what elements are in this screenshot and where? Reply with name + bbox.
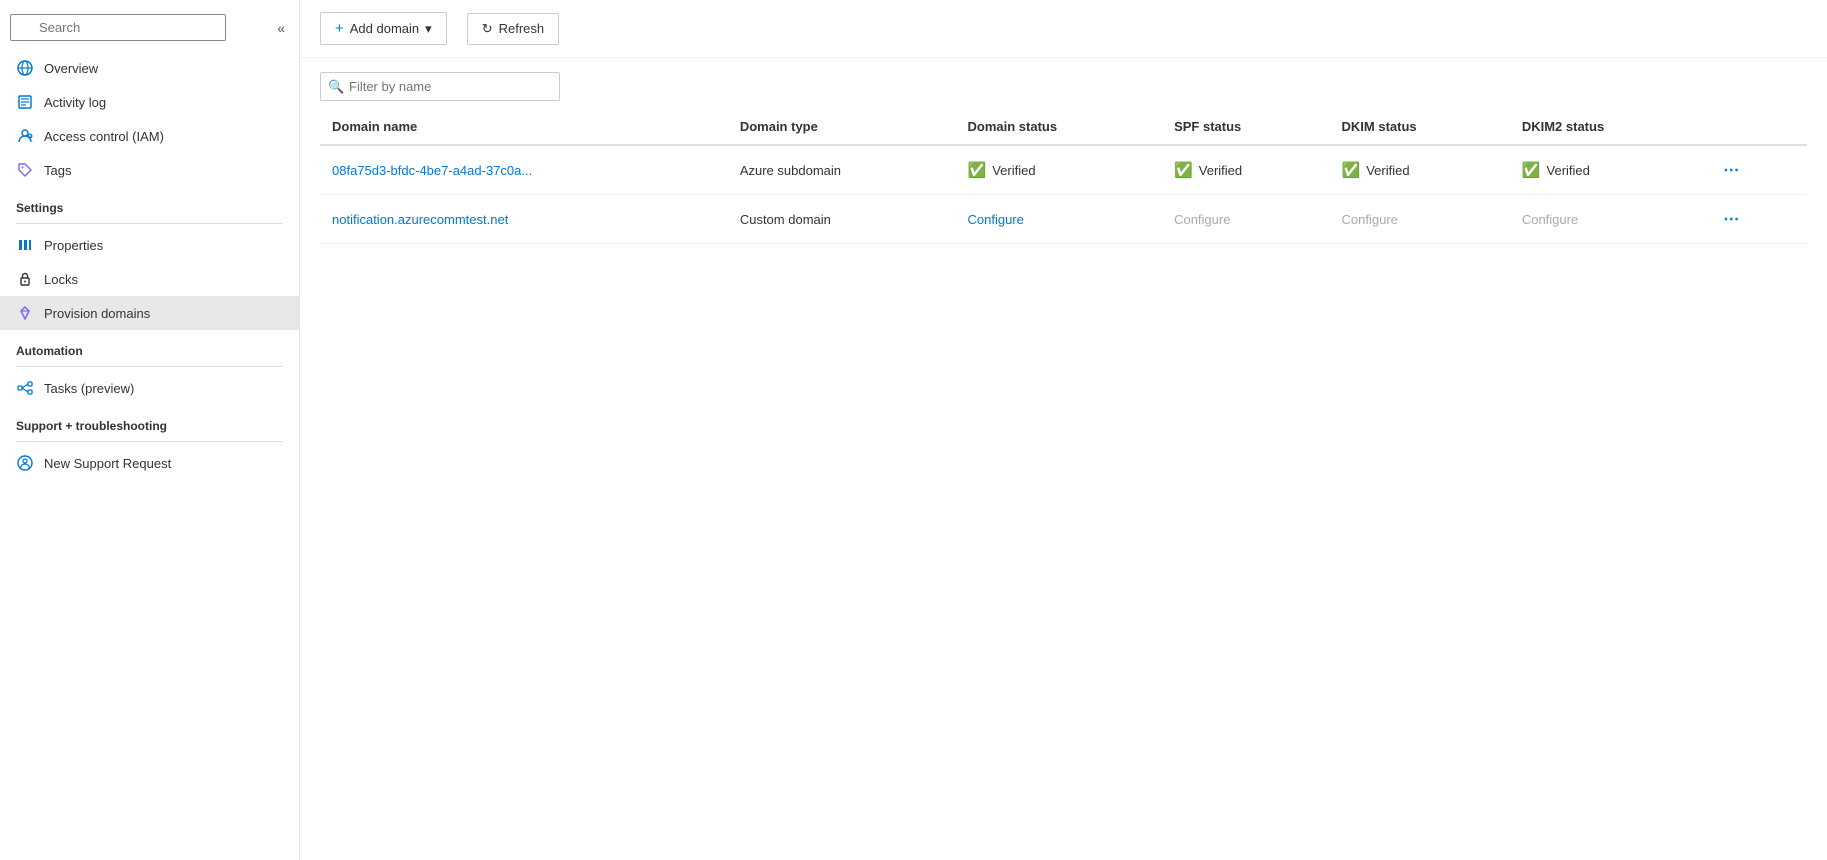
svg-text:+: + — [29, 134, 32, 140]
sidebar-item-tags-label: Tags — [44, 163, 71, 178]
col-spf-status: SPF status — [1162, 109, 1329, 145]
filter-input-wrapper: 🔍 — [320, 72, 560, 101]
search-input[interactable] — [10, 14, 226, 41]
sidebar-item-iam-label: Access control (IAM) — [44, 129, 164, 144]
actions-cell-1: ⋯ — [1703, 145, 1807, 195]
sidebar-item-provision-domains[interactable]: Provision domains — [0, 296, 299, 330]
domain-type-cell-1: Azure subdomain — [728, 145, 956, 195]
dkim2-status-cell-2: Configure — [1510, 195, 1703, 244]
domain-name-cell-2: notification.azurecommtest.net — [320, 195, 728, 244]
chevron-down-icon: ▾ — [425, 21, 432, 37]
check-icon-dkim2-1: ✅ — [1522, 161, 1541, 179]
col-domain-status: Domain status — [956, 109, 1163, 145]
automation-divider — [16, 366, 283, 367]
collapse-sidebar-button[interactable]: « — [273, 16, 289, 40]
check-icon-dkim-1: ✅ — [1342, 161, 1361, 179]
dkim-status-verified-1: ✅ Verified — [1342, 161, 1498, 179]
sidebar-item-iam[interactable]: + Access control (IAM) — [0, 119, 299, 153]
refresh-button[interactable]: ↻ Refresh — [467, 13, 559, 45]
support-divider — [16, 441, 283, 442]
filter-by-name-input[interactable] — [320, 72, 560, 101]
add-domain-button[interactable]: + Add domain ▾ — [320, 12, 447, 45]
sidebar-item-provision-domains-label: Provision domains — [44, 306, 150, 321]
add-domain-label: Add domain — [350, 21, 419, 36]
domain-status-cell-2: Configure — [956, 195, 1163, 244]
col-actions — [1703, 109, 1807, 145]
support-section-label: Support + troubleshooting — [0, 405, 299, 437]
person-icon: + — [16, 127, 34, 145]
dkim2-status-cell-1: ✅ Verified — [1510, 145, 1703, 195]
sidebar-item-tasks[interactable]: Tasks (preview) — [0, 371, 299, 405]
domain-name-link-1[interactable]: 08fa75d3-bfdc-4be7-a4ad-37c0a... — [332, 163, 532, 178]
spf-status-configure-2: Configure — [1174, 212, 1230, 227]
settings-divider — [16, 223, 283, 224]
automation-section-label: Automation — [0, 330, 299, 362]
person-circle-icon — [16, 454, 34, 472]
refresh-label: Refresh — [499, 21, 545, 36]
sidebar-item-overview-label: Overview — [44, 61, 98, 76]
dkim-status-cell-1: ✅ Verified — [1330, 145, 1510, 195]
nodes-icon — [16, 379, 34, 397]
col-dkim2-status: DKIM2 status — [1510, 109, 1703, 145]
sidebar-item-properties[interactable]: Properties — [0, 228, 299, 262]
filter-search-icon: 🔍 — [328, 79, 344, 95]
sidebar: 🔍 « Overview Activity log + Access contr… — [0, 0, 300, 860]
dkim2-status-configure-2: Configure — [1522, 212, 1578, 227]
globe-icon — [16, 59, 34, 77]
row-more-button-1[interactable]: ⋯ — [1715, 158, 1748, 182]
filter-bar: 🔍 — [300, 58, 1827, 109]
domain-table: Domain name Domain type Domain status SP… — [320, 109, 1807, 244]
dkim-status-text-1: Verified — [1366, 163, 1409, 178]
spf-status-cell-2: Configure — [1162, 195, 1329, 244]
sidebar-item-tasks-label: Tasks (preview) — [44, 381, 134, 396]
col-domain-name: Domain name — [320, 109, 728, 145]
sidebar-item-new-support-label: New Support Request — [44, 456, 171, 471]
table-row: notification.azurecommtest.net Custom do… — [320, 195, 1807, 244]
actions-cell-2: ⋯ — [1703, 195, 1807, 244]
toolbar: + Add domain ▾ ↻ Refresh — [300, 0, 1827, 58]
domain-status-text-1: Verified — [992, 163, 1035, 178]
domain-type-cell-2: Custom domain — [728, 195, 956, 244]
sidebar-search-row: 🔍 « — [0, 8, 299, 51]
bars-icon — [16, 236, 34, 254]
sidebar-item-properties-label: Properties — [44, 238, 103, 253]
domain-table-container: Domain name Domain type Domain status SP… — [300, 109, 1827, 860]
diamond-icon — [16, 304, 34, 322]
list-icon — [16, 93, 34, 111]
tag-icon — [16, 161, 34, 179]
sidebar-item-overview[interactable]: Overview — [0, 51, 299, 85]
col-domain-type: Domain type — [728, 109, 956, 145]
sidebar-item-tags[interactable]: Tags — [0, 153, 299, 187]
domain-name-link-2[interactable]: notification.azurecommtest.net — [332, 212, 508, 227]
dkim2-status-text-1: Verified — [1547, 163, 1590, 178]
sidebar-item-activity-log-label: Activity log — [44, 95, 106, 110]
dkim2-status-verified-1: ✅ Verified — [1522, 161, 1691, 179]
sidebar-item-activity-log[interactable]: Activity log — [0, 85, 299, 119]
col-dkim-status: DKIM status — [1330, 109, 1510, 145]
refresh-icon: ↻ — [482, 21, 493, 37]
table-row: 08fa75d3-bfdc-4be7-a4ad-37c0a... Azure s… — [320, 145, 1807, 195]
search-input-wrapper: 🔍 — [10, 14, 267, 41]
lock-icon — [16, 270, 34, 288]
main-content: + Add domain ▾ ↻ Refresh 🔍 Domain name D… — [300, 0, 1827, 860]
dkim-status-cell-2: Configure — [1330, 195, 1510, 244]
domain-name-cell-1: 08fa75d3-bfdc-4be7-a4ad-37c0a... — [320, 145, 728, 195]
table-header-row: Domain name Domain type Domain status SP… — [320, 109, 1807, 145]
sidebar-item-locks[interactable]: Locks — [0, 262, 299, 296]
domain-status-cell-1: ✅ Verified — [956, 145, 1163, 195]
check-icon-spf-1: ✅ — [1174, 161, 1193, 179]
row-more-button-2[interactable]: ⋯ — [1715, 207, 1748, 231]
spf-status-text-1: Verified — [1199, 163, 1242, 178]
domain-status-configure-active-2[interactable]: Configure — [968, 212, 1024, 227]
plus-icon: + — [335, 20, 344, 37]
check-icon-1: ✅ — [968, 161, 987, 179]
domain-status-verified-1: ✅ Verified — [968, 161, 1151, 179]
spf-status-cell-1: ✅ Verified — [1162, 145, 1329, 195]
spf-status-verified-1: ✅ Verified — [1174, 161, 1317, 179]
sidebar-item-new-support[interactable]: New Support Request — [0, 446, 299, 480]
settings-section-label: Settings — [0, 187, 299, 219]
dkim-status-configure-2: Configure — [1342, 212, 1398, 227]
sidebar-item-locks-label: Locks — [44, 272, 78, 287]
